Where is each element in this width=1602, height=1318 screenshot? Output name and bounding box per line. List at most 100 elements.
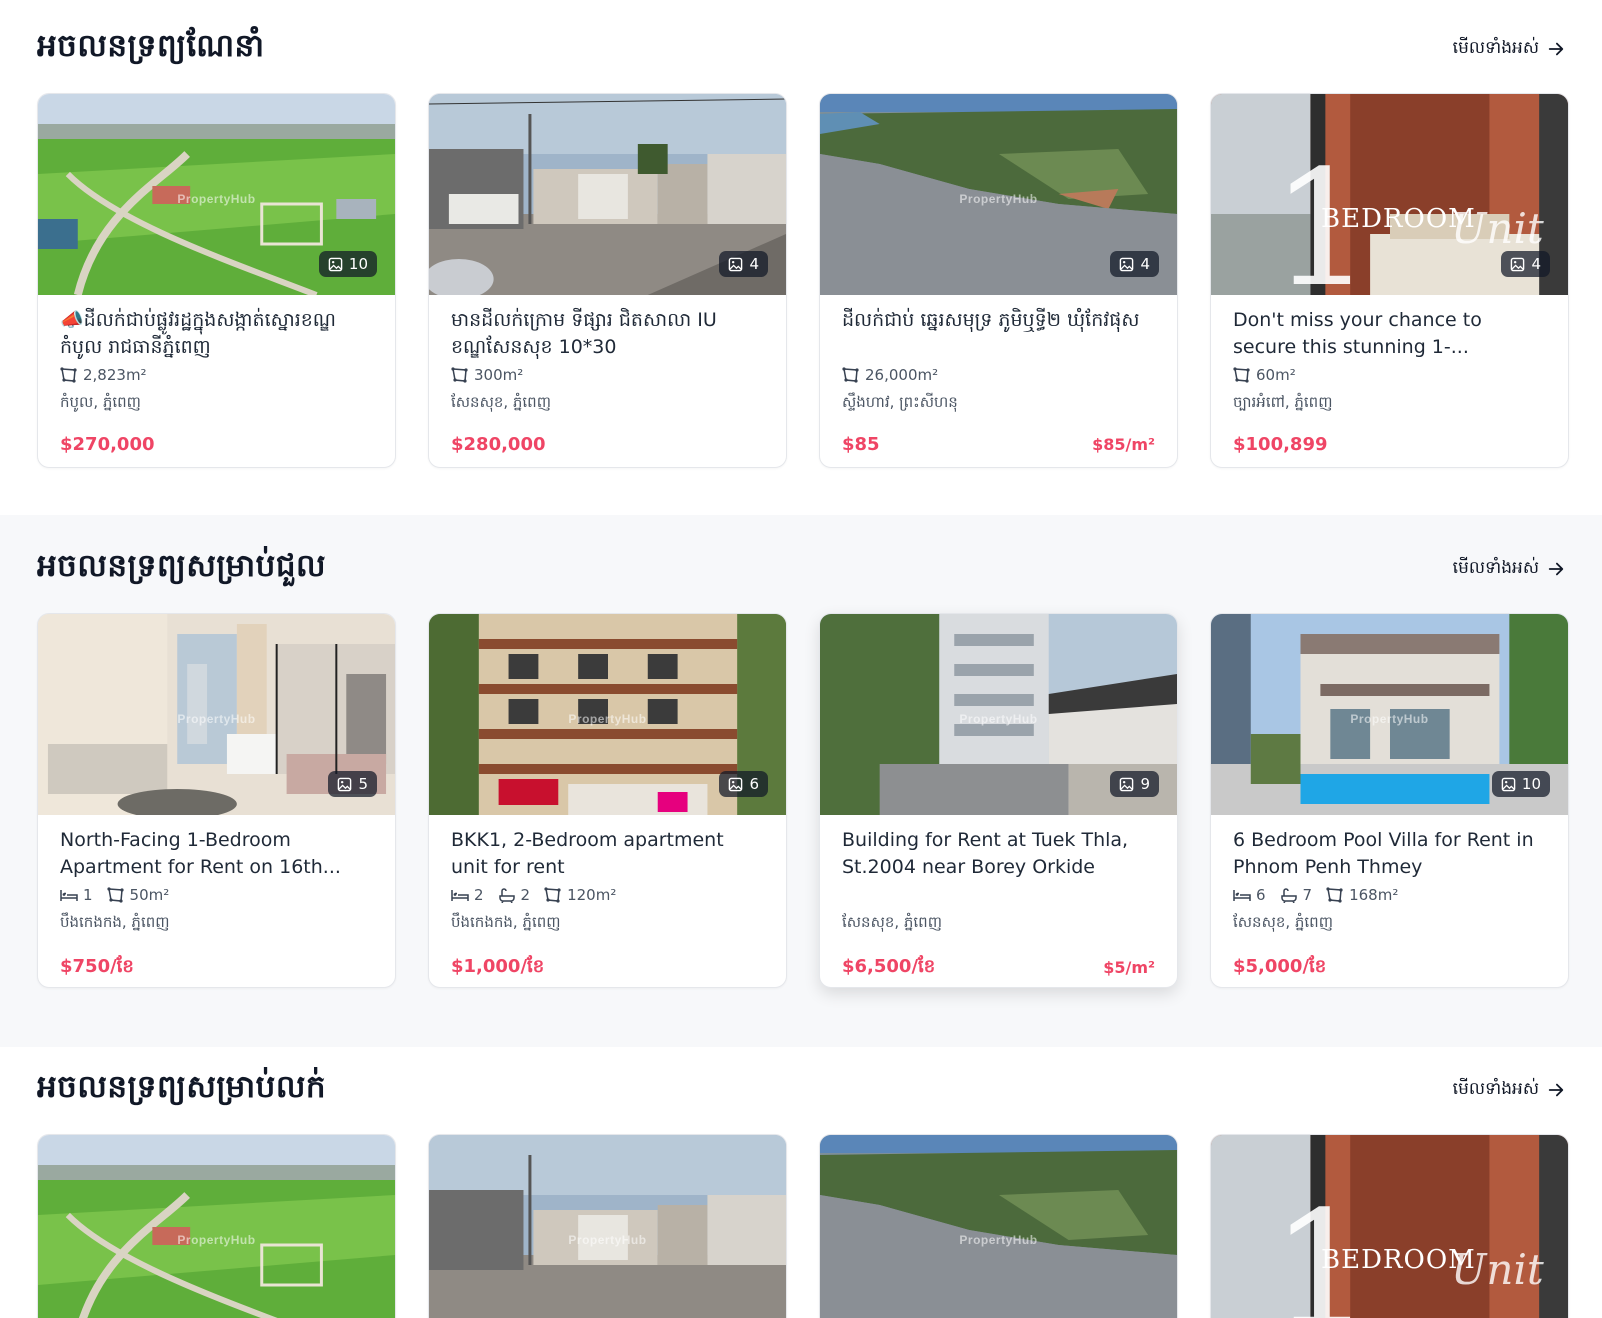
property-card[interactable]: 1 BEDROOM Unit 4 Don't miss your chance …	[1210, 93, 1569, 468]
area-value: 300m²	[474, 366, 524, 384]
property-title[interactable]: North-Facing 1-Bedroom Apartment for Ren…	[60, 827, 373, 881]
property-card[interactable]: PropertyHub 10 6 Bedroom Pool Villa for …	[1210, 613, 1569, 988]
property-image[interactable]: PropertyHub 10	[38, 94, 395, 295]
image-icon	[1501, 777, 1516, 791]
beds-value: 2	[474, 886, 484, 904]
property-image[interactable]: PropertyHub 5	[38, 614, 395, 815]
image-count: 4	[1531, 255, 1541, 273]
property-card[interactable]: 1 BEDROOM Unit	[1210, 1134, 1569, 1318]
property-image[interactable]: 1 BEDROOM Unit	[1211, 1135, 1568, 1318]
property-price: $5,000/ខែ	[1233, 956, 1327, 977]
baths-value: 7	[1302, 886, 1313, 904]
price-row: $100,899	[1233, 434, 1546, 455]
image-count-badge: 5	[328, 771, 377, 797]
baths-item: 2	[498, 886, 530, 904]
property-title[interactable]: Don't miss your chance to secure this st…	[1233, 307, 1546, 361]
bath-icon	[1280, 888, 1297, 903]
property-title[interactable]: BKK1, 2-Bedroom apartment unit for rent	[451, 827, 764, 881]
property-price: $280,000	[451, 434, 546, 455]
image-count: 6	[749, 775, 759, 793]
property-image[interactable]: PropertyHub	[820, 1135, 1177, 1318]
image-count-badge: 10	[1491, 771, 1550, 797]
price-row: $750/ខែ	[60, 954, 373, 981]
property-image[interactable]: 4	[429, 94, 786, 295]
area-value: 50m²	[129, 886, 170, 904]
price-row: $5,000/ខែ	[1233, 954, 1546, 981]
section-for-sale: អចលនទ្រព្យសម្រាប់លក់ មើលទាំងអស់ Property…	[0, 1047, 1602, 1318]
property-title[interactable]: មានដីលក់ក្រោម ទីផ្សារ ជិតសាលា IU ខណ្ឌសែន…	[451, 307, 764, 361]
price-row: $280,000	[451, 434, 764, 455]
area-icon	[60, 367, 77, 383]
beds-item: 6	[1233, 886, 1266, 904]
property-card[interactable]: PropertyHub 6 BKK1, 2-Bedroom apartment …	[428, 613, 787, 988]
property-card[interactable]: PropertyHub	[37, 1134, 396, 1318]
property-image[interactable]: PropertyHub	[38, 1135, 395, 1318]
image-icon	[1511, 257, 1525, 271]
price-row: $1,000/ខែ	[451, 954, 764, 981]
price-per-m2: $5/m²	[1103, 958, 1155, 977]
property-image[interactable]: 1 BEDROOM Unit 4	[1211, 94, 1568, 295]
card-grid: PropertyHub 5 North-Facing 1-Bedroom Apa…	[37, 613, 1571, 988]
image-count: 5	[358, 775, 368, 793]
image-icon	[729, 257, 743, 271]
bed-icon	[60, 890, 78, 901]
property-price: $270,000	[60, 434, 155, 455]
area-icon	[1326, 887, 1343, 903]
property-price: $85	[842, 434, 880, 455]
property-image[interactable]: PropertyHub 4	[820, 94, 1177, 295]
property-image[interactable]: PropertyHub	[429, 1135, 786, 1318]
see-all-link[interactable]: មើលទាំងអស់	[1453, 557, 1565, 582]
watermark: PropertyHub	[959, 712, 1038, 726]
image-count-badge: 4	[1110, 251, 1159, 277]
image-icon	[338, 777, 352, 791]
image-count-badge: 6	[719, 771, 768, 797]
property-meta: 60m²	[1233, 365, 1546, 385]
price-per-m2: $85/m²	[1092, 435, 1155, 454]
property-location: សែនសុខ, ភ្នំពេញ	[842, 913, 942, 931]
property-meta: 300m²	[451, 365, 764, 385]
area-icon	[544, 887, 561, 903]
property-card[interactable]: PropertyHub 10 📣ដីលក់ជាប់ផ្លូវរដ្ឋក្នុងស…	[37, 93, 396, 468]
area-item: 120m²	[544, 886, 616, 904]
property-title[interactable]: ដីលក់ជាប់ ឆ្នេរសមុទ្រ ភូមិឬទ្ធី២ ឃុំកែវផ…	[842, 307, 1155, 361]
property-image[interactable]: PropertyHub 9	[820, 614, 1177, 815]
property-title[interactable]: 6 Bedroom Pool Villa for Rent in Phnom P…	[1233, 827, 1546, 881]
see-all-link[interactable]: មើលទាំងអស់	[1453, 37, 1565, 62]
property-price: $750/ខែ	[60, 956, 134, 977]
property-title[interactable]: Building for Rent at Tuek Thla, St.2004 …	[842, 827, 1155, 881]
property-card[interactable]: PropertyHub 5 North-Facing 1-Bedroom Apa…	[37, 613, 396, 988]
watermark: PropertyHub	[177, 1233, 256, 1247]
bed-icon	[451, 890, 469, 901]
property-image[interactable]: PropertyHub 10	[1211, 614, 1568, 815]
property-card[interactable]: PropertyHub	[428, 1134, 787, 1318]
property-card[interactable]: PropertyHub	[819, 1134, 1178, 1318]
section-title: អចលនទ្រព្យសម្រាប់ជួល	[37, 547, 327, 584]
section-featured: អចលនទ្រព្យណែនាំ មើលទាំងអស់ PropertyHub 1…	[0, 0, 1602, 515]
beds-item: 1	[60, 886, 93, 904]
property-image[interactable]: PropertyHub 6	[429, 614, 786, 815]
section-header: អចលនទ្រព្យសម្រាប់លក់ មើលទាំងអស់	[37, 1065, 1565, 1115]
property-card[interactable]: PropertyHub 9 Building for Rent at Tuek …	[819, 613, 1178, 988]
see-all-label: មើលទាំងអស់	[1452, 557, 1539, 578]
property-price: $6,500/ខែ	[842, 956, 936, 977]
property-meta: 6 7 168m²	[1233, 885, 1546, 905]
promo-unit-text: Unit	[1451, 1245, 1544, 1294]
watermark: PropertyHub	[959, 192, 1038, 206]
image-count-badge: 4	[1501, 251, 1550, 277]
image-count: 10	[1521, 775, 1541, 793]
area-item: 2,823m²	[60, 366, 147, 384]
area-icon	[106, 887, 124, 903]
property-meta: 26,000m²	[842, 365, 1155, 385]
property-location: បឹងកេងកង, ភ្នំពេញ	[60, 913, 170, 931]
watermark: PropertyHub	[177, 712, 256, 726]
image-count: 4	[749, 255, 759, 273]
property-title[interactable]: 📣ដីលក់ជាប់ផ្លូវរដ្ឋក្នុងសង្កាត់ស្នោរខណ្ឌ…	[60, 307, 373, 361]
property-card[interactable]: PropertyHub 4 ដីលក់ជាប់ ឆ្នេរសមុទ្រ ភូមិ…	[819, 93, 1178, 468]
area-item: 168m²	[1326, 886, 1398, 904]
see-all-link[interactable]: មើលទាំងអស់	[1453, 1078, 1565, 1103]
watermark: PropertyHub	[568, 712, 647, 726]
section-for-rent: អចលនទ្រព្យសម្រាប់ជួល មើលទាំងអស់ Property…	[0, 515, 1602, 1047]
card-grid: PropertyHub PropertyHub PropertyHub 1 BE…	[37, 1134, 1571, 1318]
bed-icon	[1233, 890, 1251, 901]
property-card[interactable]: 4 មានដីលក់ក្រោម ទីផ្សារ ជិតសាលា IU ខណ្ឌស…	[428, 93, 787, 468]
